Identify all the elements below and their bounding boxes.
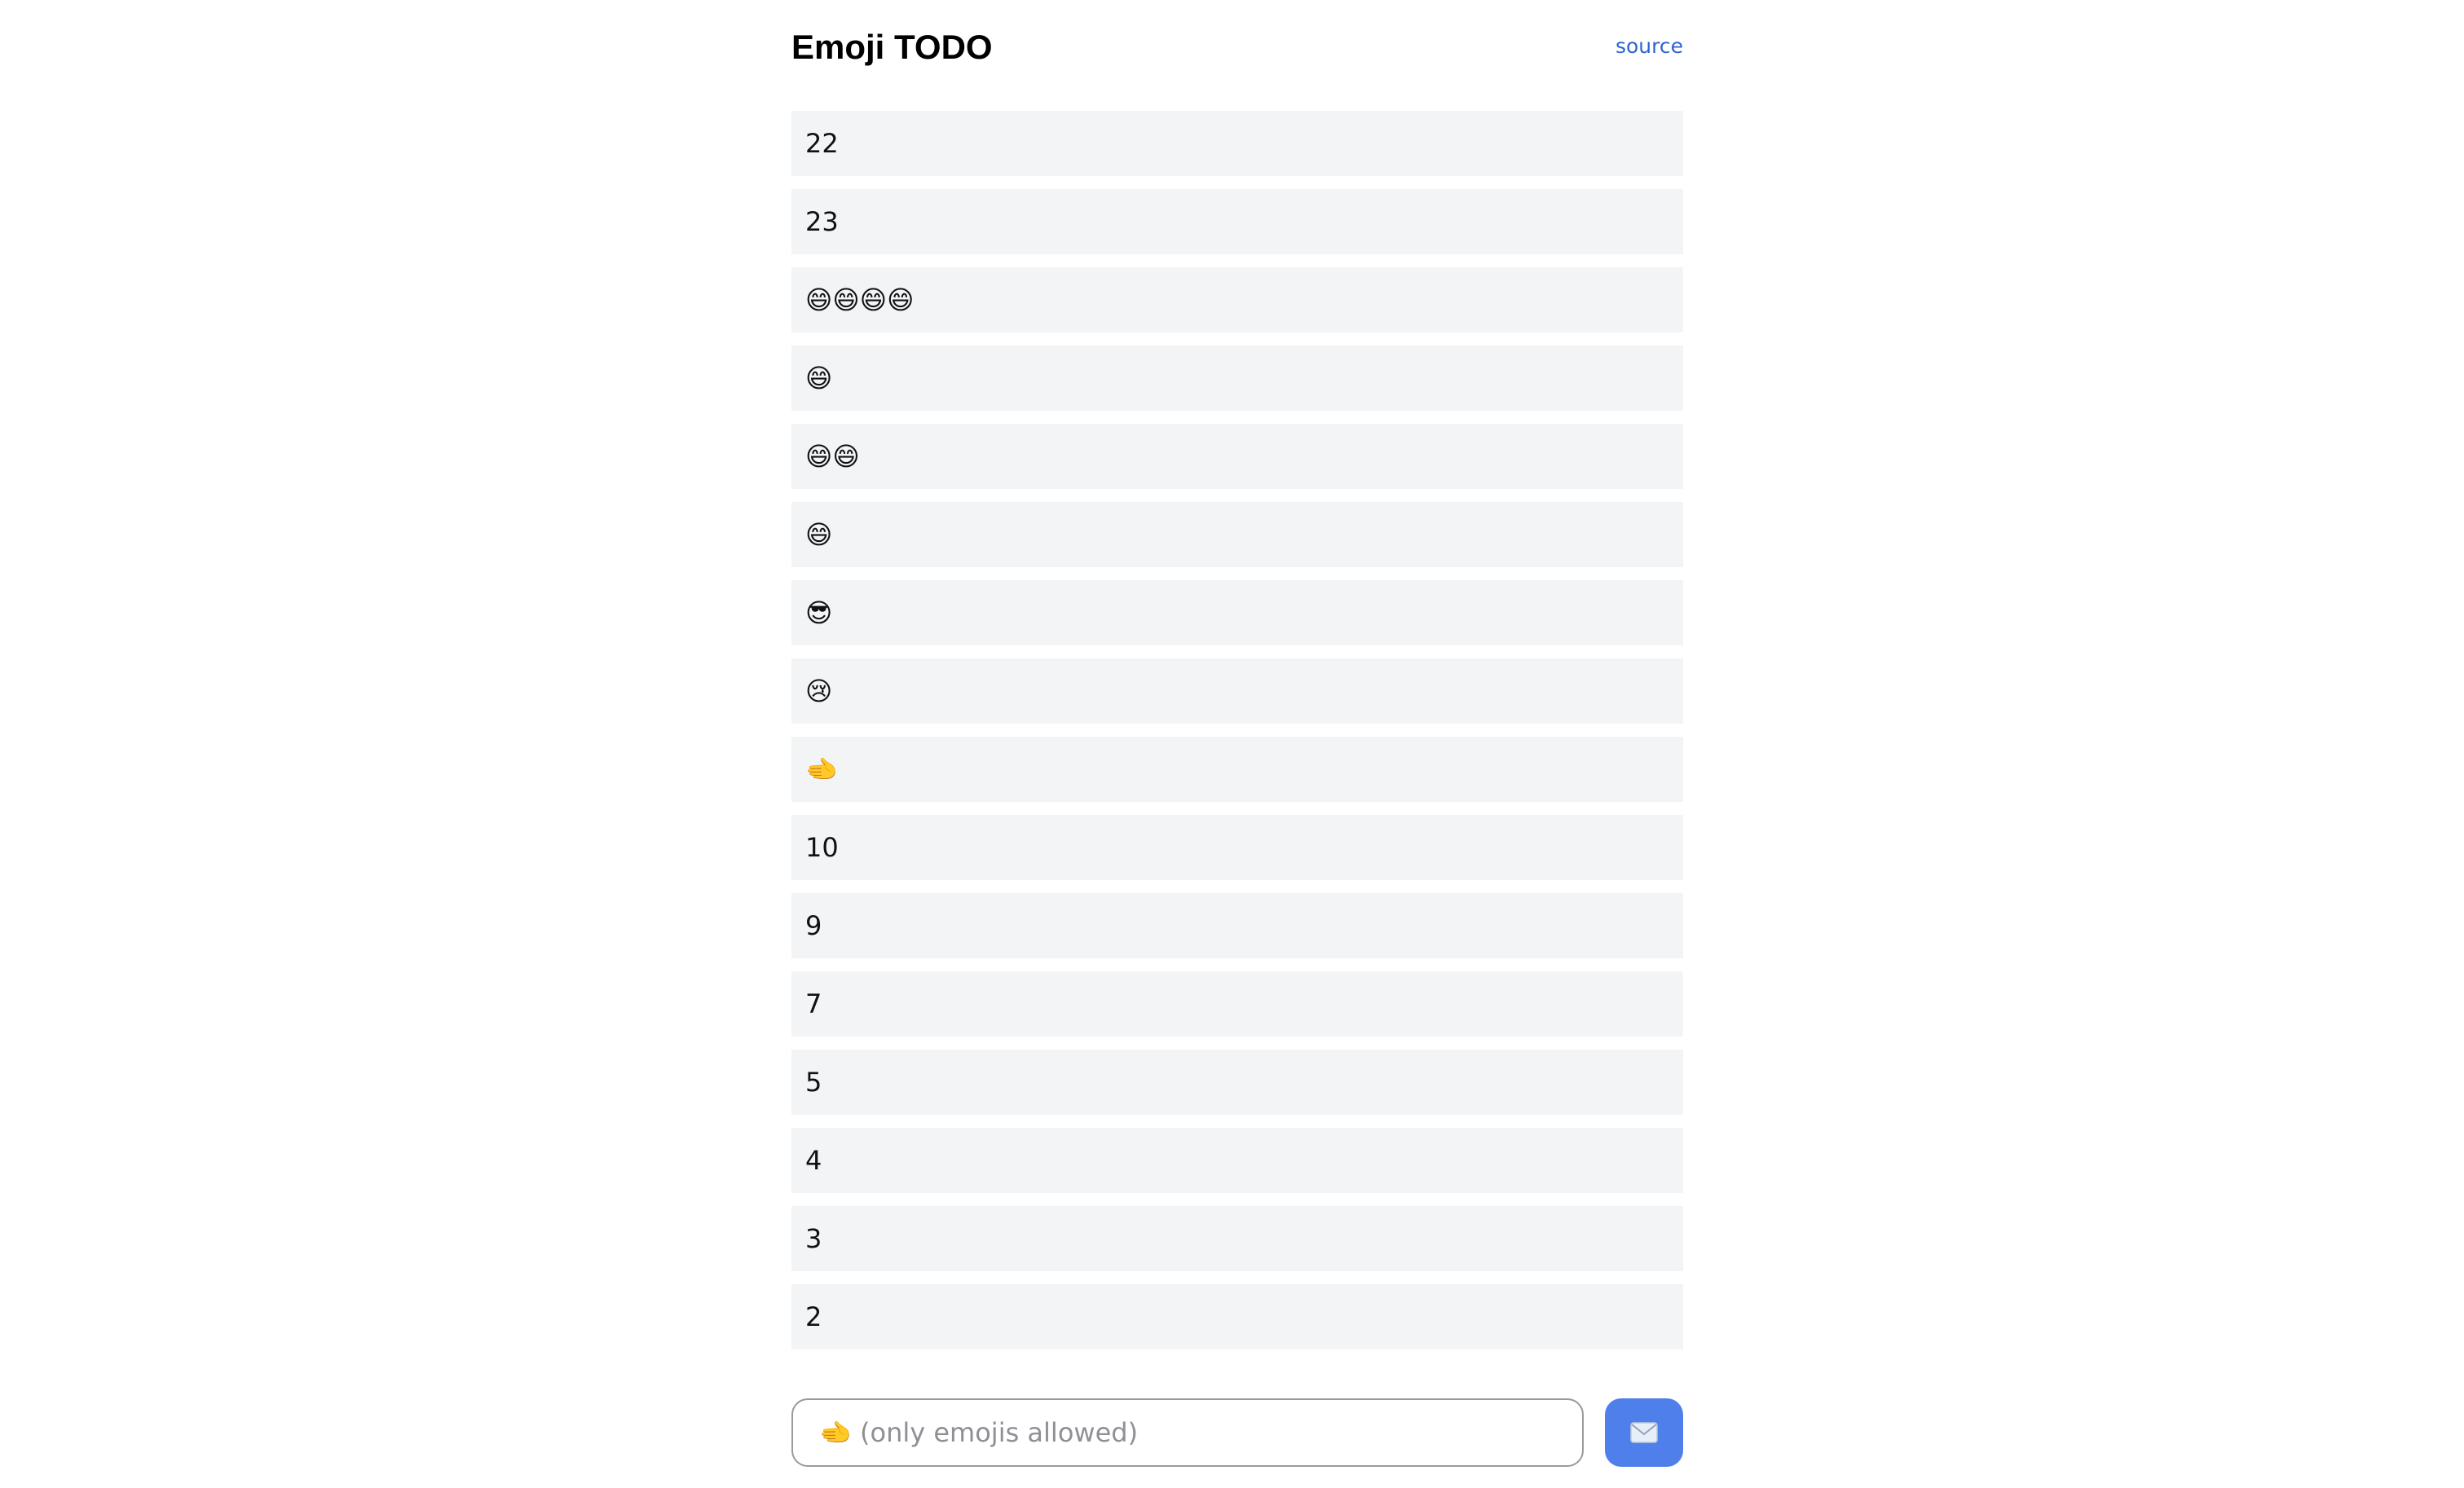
composer — [791, 1398, 1683, 1467]
todo-list: 22 23 😄😄😄😄 😄 😄😄 😄 😎 😢 🫲 10 9 7 5 4 3 2 — [791, 111, 1683, 1376]
todo-item-text: 4 — [805, 1145, 822, 1176]
todo-item[interactable]: 23 — [791, 189, 1683, 254]
send-button[interactable] — [1605, 1398, 1683, 1467]
todo-item-text: 5 — [805, 1067, 822, 1098]
todo-item-text: 10 — [805, 832, 839, 863]
todo-item-text: 😢 — [805, 676, 833, 707]
todo-item[interactable]: 5 — [791, 1050, 1683, 1115]
todo-item-text: 9 — [805, 910, 822, 941]
emoji-todo-app: Emoji TODO source 22 23 😄😄😄😄 😄 😄😄 😄 😎 😢 🫲 10 9 7 5 4 3… — [0, 0, 2464, 1488]
todo-item[interactable]: 9 — [791, 893, 1683, 958]
todo-item[interactable]: 2 — [791, 1284, 1683, 1349]
todo-item[interactable]: 😄😄 — [791, 424, 1683, 489]
todo-item[interactable]: 😄😄😄😄 — [791, 267, 1683, 332]
todo-item[interactable]: 😄 — [791, 346, 1683, 411]
todo-item[interactable]: 😎 — [791, 580, 1683, 645]
todo-item-text: 😄 — [805, 363, 833, 394]
todo-item[interactable]: 4 — [791, 1128, 1683, 1193]
source-link[interactable]: source — [1615, 34, 1683, 58]
todo-item-text: 7 — [805, 988, 822, 1019]
todo-item-text: 🫲 — [805, 754, 838, 785]
todo-item[interactable]: 😄 — [791, 502, 1683, 567]
todo-item[interactable]: 3 — [791, 1206, 1683, 1271]
todo-item-text: 😎 — [805, 597, 833, 628]
todo-item[interactable]: 22 — [791, 111, 1683, 176]
todo-item-text: 22 — [805, 128, 839, 159]
todo-item-text: 3 — [805, 1223, 822, 1254]
page-title: Emoji TODO — [791, 28, 993, 66]
emoji-input[interactable] — [791, 1398, 1584, 1467]
todo-item[interactable]: 😢 — [791, 658, 1683, 724]
todo-item-text: 23 — [805, 206, 839, 237]
todo-item[interactable]: 🫲 — [791, 737, 1683, 802]
todo-item[interactable]: 10 — [791, 815, 1683, 880]
todo-item-text: 2 — [805, 1301, 822, 1332]
page-header: Emoji TODO source — [791, 23, 1683, 75]
todo-item-text: 😄😄😄😄 — [805, 284, 915, 315]
envelope-icon — [1630, 1422, 1658, 1443]
todo-item[interactable]: 7 — [791, 971, 1683, 1037]
todo-item-text: 😄😄 — [805, 441, 860, 472]
todo-item-text: 😄 — [805, 519, 833, 550]
